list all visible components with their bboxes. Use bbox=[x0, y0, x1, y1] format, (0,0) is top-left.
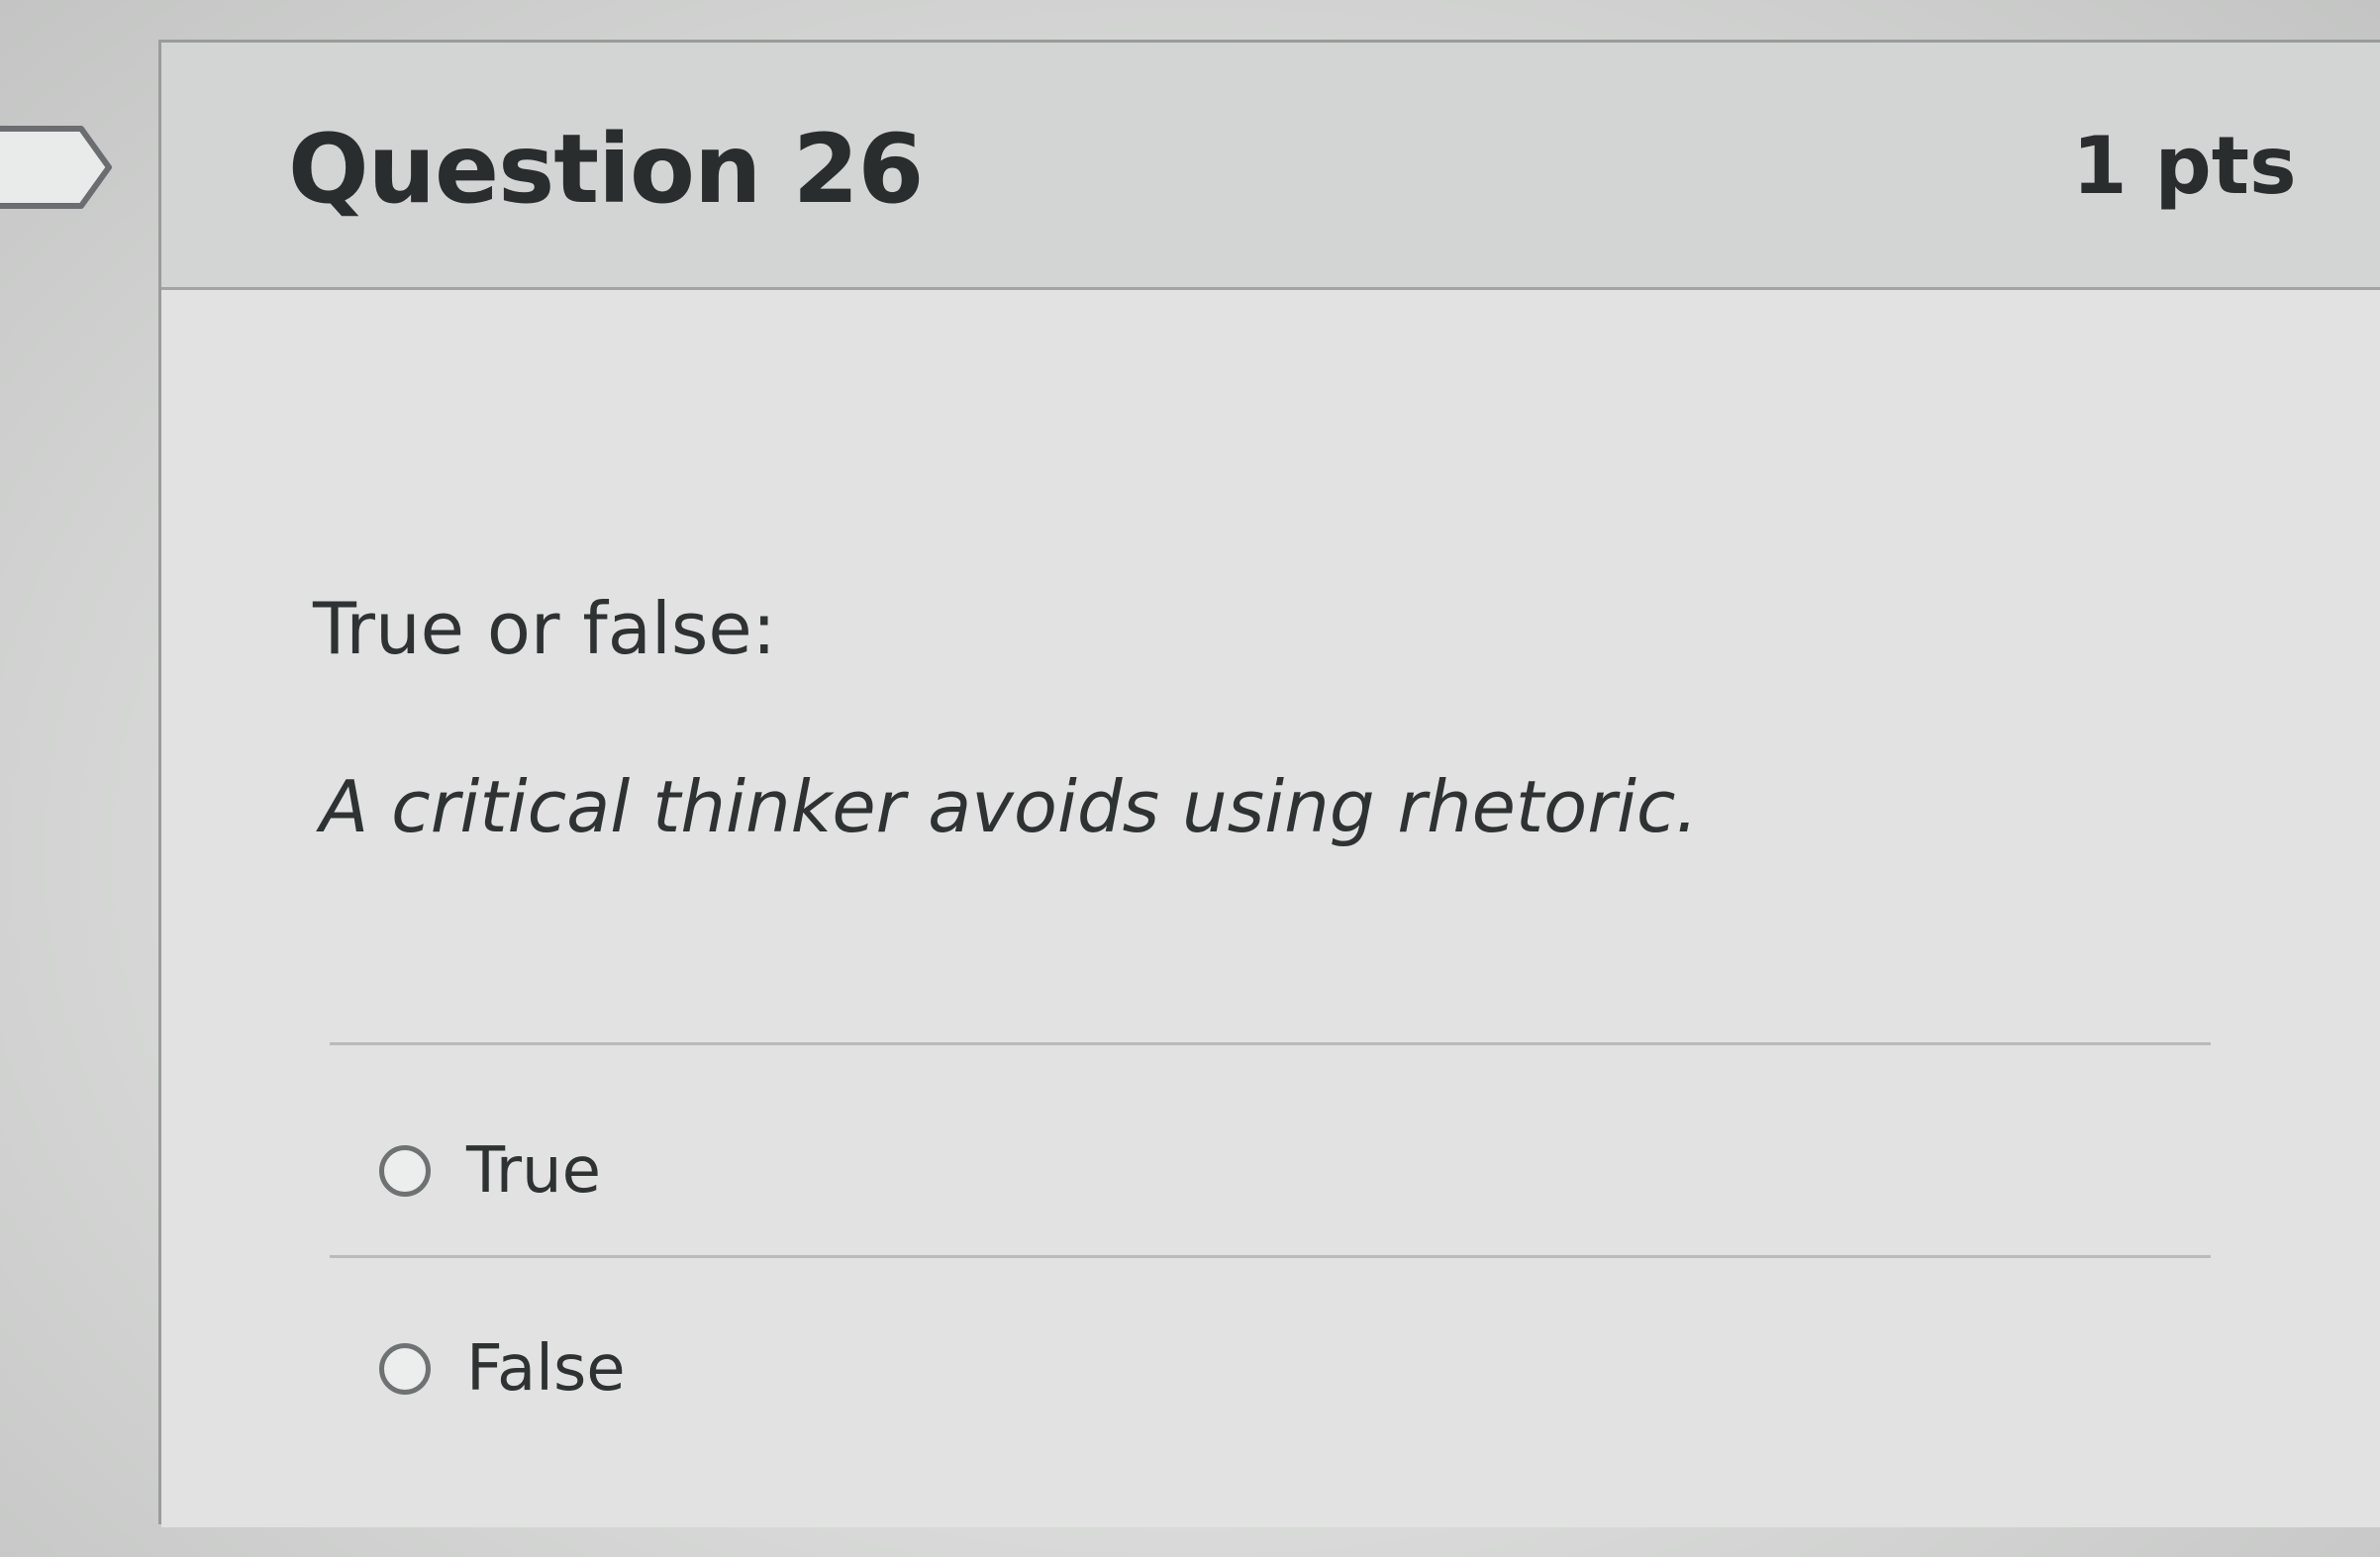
flag-icon[interactable] bbox=[0, 123, 119, 212]
question-body: True or false: A critical thinker avoids… bbox=[161, 290, 2380, 1527]
answer-option-false[interactable]: False bbox=[379, 1324, 626, 1413]
answer-label-true[interactable]: True bbox=[466, 1134, 601, 1208]
radio-true[interactable] bbox=[379, 1145, 431, 1197]
question-title: Question 26 bbox=[288, 114, 924, 225]
prompt-label: True or false: bbox=[313, 587, 776, 670]
answer-label-false[interactable]: False bbox=[466, 1332, 626, 1406]
question-header: Question 26 1 pts bbox=[161, 43, 2380, 290]
question-statement: A critical thinker avoids using rhetoric… bbox=[320, 765, 1699, 848]
answer-option-true[interactable]: True bbox=[379, 1126, 601, 1216]
radio-false[interactable] bbox=[379, 1343, 431, 1395]
question-card: Question 26 1 pts True or false: A criti… bbox=[158, 40, 2380, 1527]
answers-divider-middle bbox=[330, 1255, 2211, 1258]
answers-divider-top bbox=[330, 1042, 2211, 1045]
question-points: 1 pts bbox=[2072, 120, 2297, 212]
